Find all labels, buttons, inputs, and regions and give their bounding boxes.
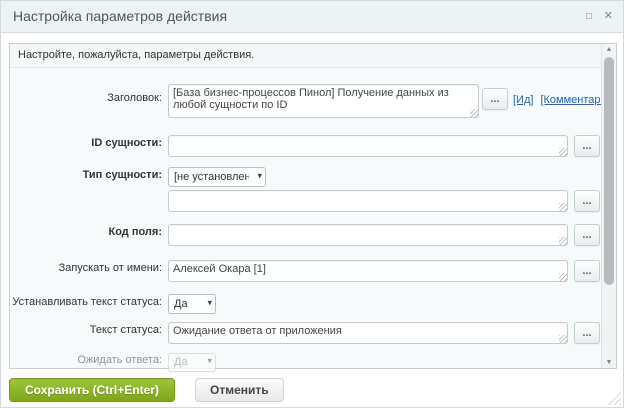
id-link[interactable]: [Ид] (513, 94, 533, 106)
set-status-select[interactable]: Да (168, 294, 216, 314)
title-textarea[interactable]: [База бизнес-процессов Пинол] Получение … (168, 84, 479, 118)
entity-type-textarea[interactable] (168, 190, 568, 212)
entity-type-select[interactable]: [не установлено] (168, 167, 266, 187)
field-label-field-code: Код поля: (108, 226, 163, 238)
run-as-more-button[interactable]: ... (574, 260, 600, 282)
run-as-textarea[interactable]: Алексей Окара [1] (168, 260, 568, 282)
field-label-entity-type: Тип сущности: (82, 169, 162, 181)
entity-type-more-button[interactable]: ... (574, 190, 600, 212)
entity-type-select-wrap: [не установлено] ▾ (168, 167, 266, 187)
field-label-run-as: Запускать от имени: (58, 262, 162, 274)
resize-grip-icon[interactable] (606, 390, 621, 405)
field-label-status-text: Текст статуса: (89, 324, 162, 336)
title-more-button[interactable]: ... (482, 88, 508, 110)
status-text-more-button[interactable]: ... (574, 322, 600, 344)
entity-id-more-button[interactable]: ... (574, 135, 600, 157)
scroll-down-arrow-icon[interactable]: ▼ (602, 359, 616, 366)
save-button[interactable]: Сохранить (Ctrl+Enter) (9, 378, 175, 402)
set-status-select-wrap: Да ▾ (168, 294, 216, 314)
cancel-button[interactable]: Отменить (195, 378, 284, 402)
status-text-textarea[interactable]: Ожидание ответа от приложения (168, 322, 568, 344)
field-label-set-status-text: Устанавливать текст статуса: (12, 296, 162, 308)
form-scrollbar[interactable]: ▲ ▼ (601, 44, 616, 368)
dialog-content: Настройте, пожалуйста, параметры действи… (9, 43, 617, 372)
field-label-wait-answer: Ожидать ответа: (77, 354, 162, 366)
maximize-icon[interactable]: □ (586, 1, 592, 32)
entity-id-textarea[interactable] (168, 135, 568, 157)
scrollbar-thumb[interactable] (604, 57, 614, 285)
scroll-up-arrow-icon[interactable]: ▲ (602, 46, 616, 53)
action-settings-dialog: Настройка параметров действия □ ✕ Настро… (0, 0, 624, 408)
field-code-textarea[interactable] (168, 224, 568, 246)
wait-answer-select-wrap: Да ▾ (168, 352, 216, 372)
dialog-title: Настройка параметров действия (13, 8, 228, 24)
field-label-title: Заголовок: (107, 92, 162, 104)
wait-answer-select: Да (168, 352, 216, 372)
field-label-entity-id: ID сущности: (91, 137, 162, 149)
instruction-text: Настройте, пожалуйста, параметры действи… (10, 44, 601, 68)
close-icon[interactable]: ✕ (604, 1, 613, 32)
dialog-titlebar: Настройка параметров действия □ ✕ (1, 1, 623, 33)
field-code-more-button[interactable]: ... (574, 224, 600, 246)
